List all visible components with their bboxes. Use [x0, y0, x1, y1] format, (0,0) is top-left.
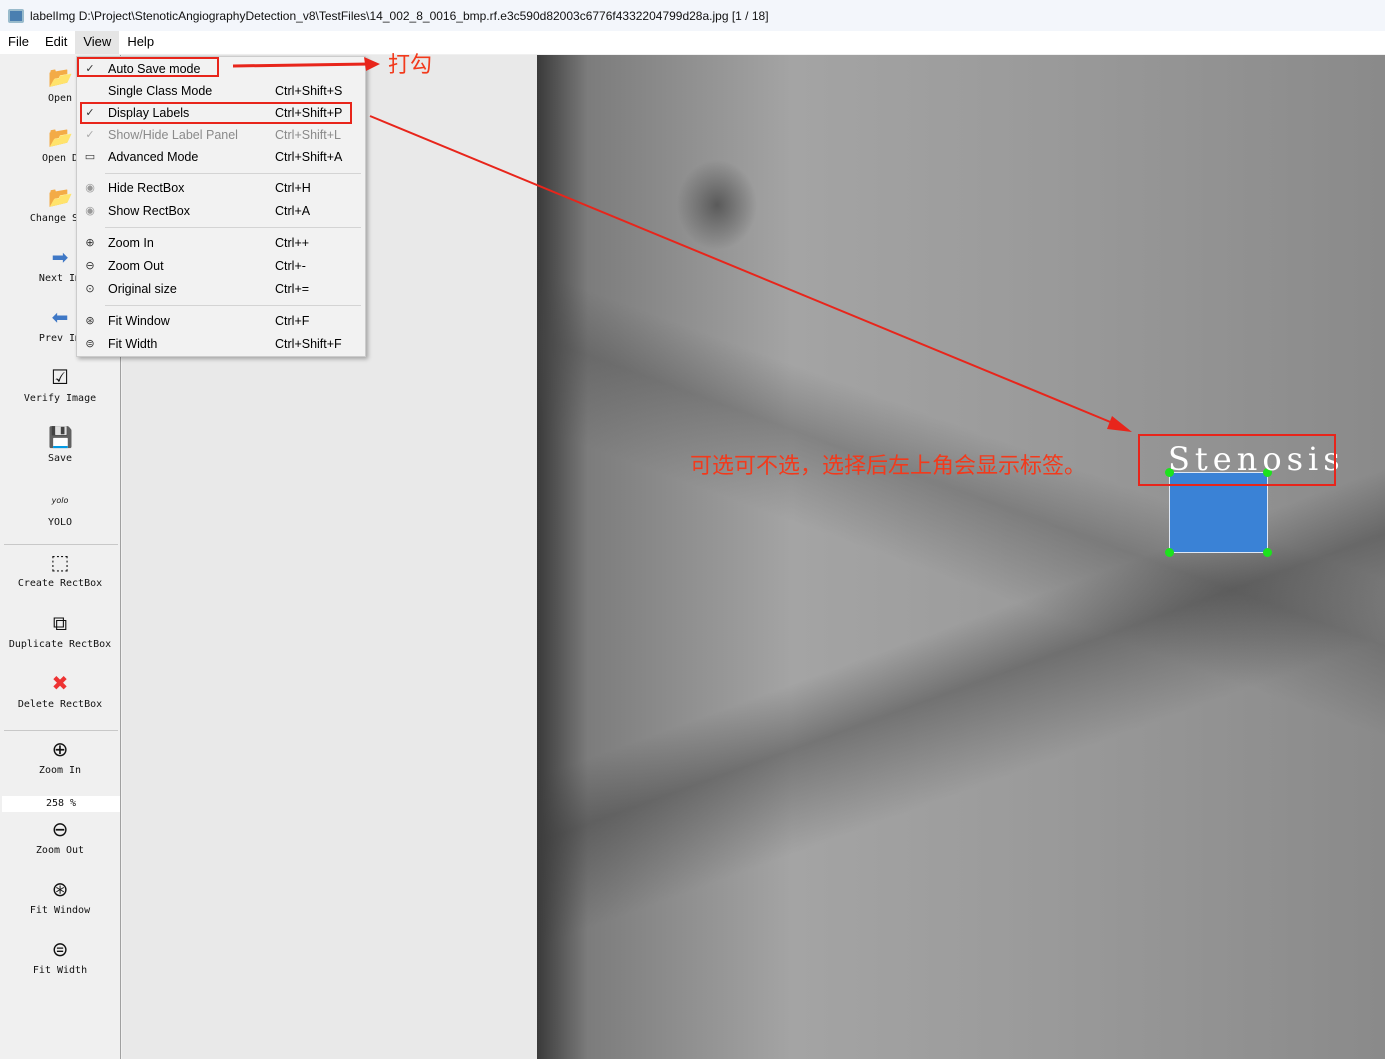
annotation-display-note: 可选可不选，选择后左上角会显示标签。: [690, 454, 1087, 479]
arrow-head: [1107, 416, 1132, 432]
arrow-line: [232, 62, 371, 68]
annotation-check-note: 打勾: [388, 53, 433, 78]
arrow-head: [364, 57, 380, 71]
arrow-line: [369, 115, 1121, 427]
annotation-arrows: [232, 57, 1132, 432]
